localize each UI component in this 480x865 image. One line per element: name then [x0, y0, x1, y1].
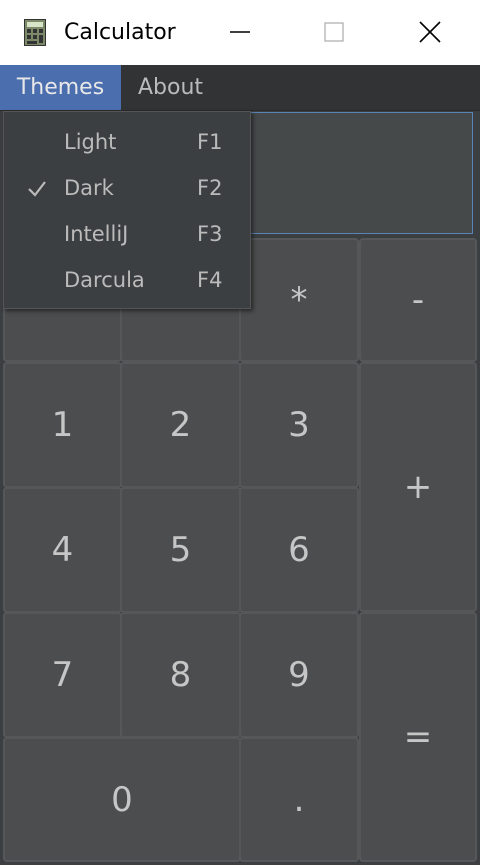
maximize-icon: [324, 22, 344, 42]
key-2-label: 2: [169, 405, 192, 445]
themes-dropdown: Light F1 Dark F2 IntelliJ F3 Darcula F4: [3, 111, 251, 309]
key-decimal-label: .: [293, 779, 305, 820]
key-multiply-label: *: [290, 280, 308, 320]
key-6-label: 6: [288, 530, 310, 570]
theme-item-darcula[interactable]: Darcula F4: [4, 258, 250, 304]
theme-item-shortcut: F2: [197, 176, 223, 200]
theme-item-dark[interactable]: Dark F2: [4, 166, 250, 212]
key-9-label: 9: [288, 655, 310, 695]
minimize-icon: [230, 31, 250, 33]
key-9[interactable]: 9: [239, 612, 359, 738]
key-1-label: 1: [51, 405, 74, 445]
maximize-button[interactable]: [288, 0, 380, 65]
key-5[interactable]: 5: [120, 487, 241, 613]
key-3[interactable]: 3: [239, 362, 359, 488]
title-bar: Calculator: [0, 0, 480, 65]
key-7[interactable]: 7: [3, 612, 122, 738]
theme-item-label: Darcula: [64, 268, 145, 292]
theme-item-light[interactable]: Light F1: [4, 120, 250, 166]
minimize-button[interactable]: [194, 0, 286, 65]
calculator-app-icon: [24, 19, 46, 46]
key-8-label: 8: [169, 655, 192, 695]
key-equals[interactable]: =: [359, 612, 477, 862]
key-3-label: 3: [288, 405, 310, 445]
close-icon: [419, 21, 441, 43]
key-8[interactable]: 8: [120, 612, 241, 738]
key-4-label: 4: [51, 530, 74, 570]
key-decimal[interactable]: .: [239, 737, 359, 862]
key-7-label: 7: [51, 655, 74, 695]
key-5-label: 5: [169, 530, 192, 570]
theme-item-shortcut: F4: [197, 268, 223, 292]
theme-item-label: Light: [64, 130, 117, 154]
key-minus[interactable]: -: [359, 238, 477, 362]
key-equals-label: =: [403, 717, 433, 757]
key-4[interactable]: 4: [3, 487, 122, 613]
key-0-label: 0: [111, 779, 133, 820]
key-multiply[interactable]: *: [239, 238, 359, 362]
theme-item-intellij[interactable]: IntelliJ F3: [4, 212, 250, 258]
checkmark-icon: [26, 178, 48, 200]
menu-about[interactable]: About: [138, 65, 203, 110]
theme-item-shortcut: F3: [197, 222, 223, 246]
theme-item-label: Dark: [64, 176, 114, 200]
window-title: Calculator: [64, 20, 176, 45]
key-plus[interactable]: +: [359, 362, 477, 612]
key-6[interactable]: 6: [239, 487, 359, 613]
menu-bar: Themes About: [0, 65, 480, 111]
close-button[interactable]: [384, 0, 476, 65]
key-1[interactable]: 1: [3, 362, 122, 488]
theme-item-label: IntelliJ: [64, 222, 129, 246]
theme-item-shortcut: F1: [197, 130, 223, 154]
key-2[interactable]: 2: [120, 362, 241, 488]
key-minus-label: -: [411, 280, 425, 320]
key-plus-label: +: [403, 467, 433, 507]
key-0[interactable]: 0: [3, 737, 241, 862]
menu-themes[interactable]: Themes: [0, 65, 121, 110]
